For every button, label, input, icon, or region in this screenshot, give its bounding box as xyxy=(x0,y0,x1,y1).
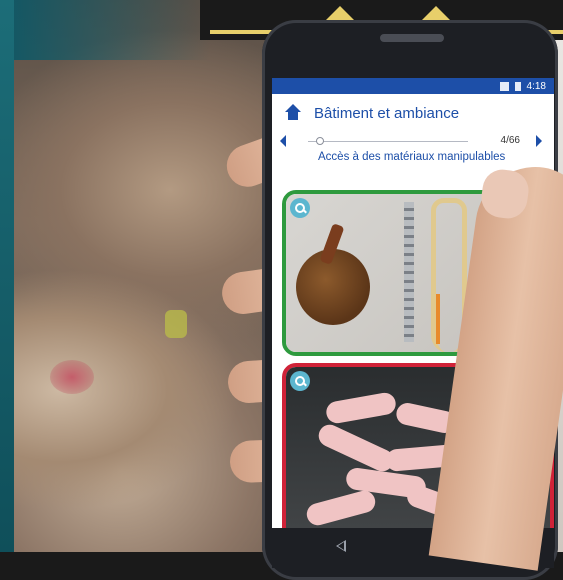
pig-ear-tag xyxy=(165,310,187,338)
app-header: Bâtiment et ambiance xyxy=(272,94,554,132)
zoom-icon[interactable] xyxy=(290,198,310,218)
question-pager: 4/66 xyxy=(272,132,554,152)
previous-arrow-icon[interactable] xyxy=(280,135,286,147)
piglet xyxy=(315,421,397,475)
status-time: 4:18 xyxy=(526,80,546,92)
home-icon[interactable] xyxy=(284,104,302,122)
rope-tail xyxy=(436,294,440,344)
metal-chain xyxy=(404,202,414,342)
phone-speaker xyxy=(380,34,444,42)
teal-accent-strip xyxy=(0,0,14,552)
wooden-disc xyxy=(296,249,370,325)
pig-skin-mark xyxy=(50,360,94,394)
zoom-icon[interactable] xyxy=(290,371,310,391)
next-arrow-icon[interactable] xyxy=(536,135,542,147)
page-title: Bâtiment et ambiance xyxy=(314,104,460,122)
piglet xyxy=(324,391,398,425)
progress-track xyxy=(308,141,468,142)
question-title: Accès à des matériaux manipulables xyxy=(318,151,506,163)
battery-icon xyxy=(514,81,521,91)
teal-accent-top xyxy=(0,0,210,60)
question-counter: 4/66 xyxy=(500,135,520,146)
signal-icon xyxy=(499,81,509,91)
progress-thumb[interactable] xyxy=(316,137,324,145)
status-bar: 4:18 xyxy=(272,78,554,94)
back-icon[interactable] xyxy=(336,540,346,552)
piglet xyxy=(304,488,378,528)
